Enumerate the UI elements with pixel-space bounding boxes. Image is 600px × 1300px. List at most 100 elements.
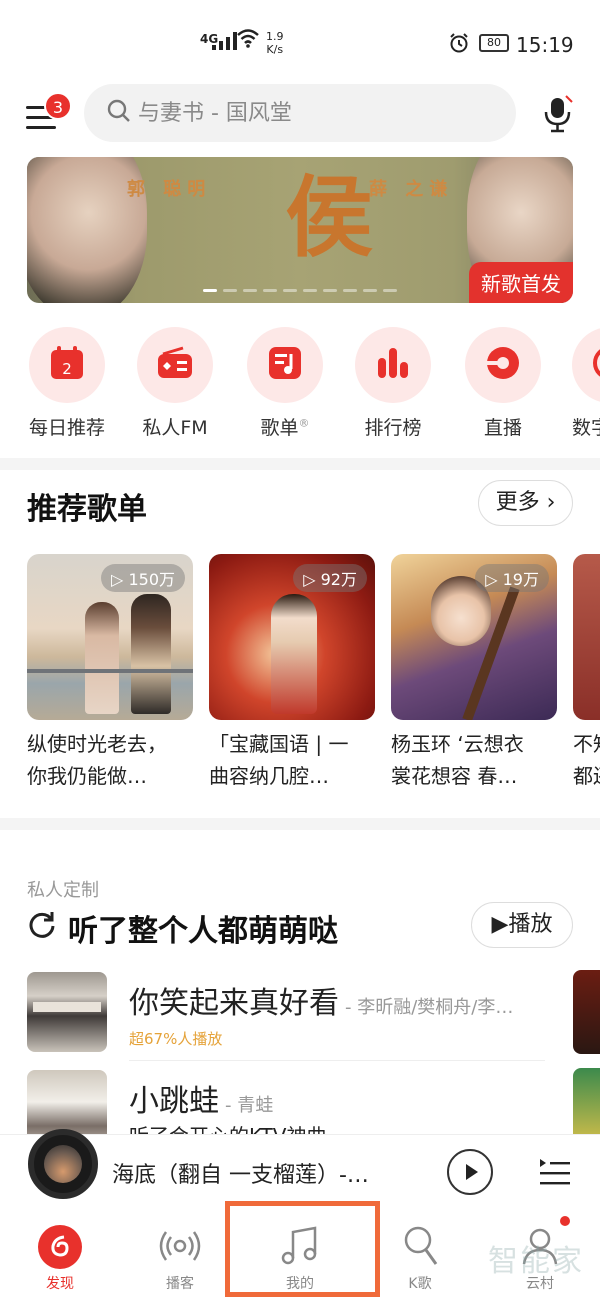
quick-nav-playlist[interactable]: 歌单® (230, 327, 340, 440)
calendar-icon: 2 (48, 344, 86, 386)
play-all-button[interactable]: ▶播放 (471, 902, 573, 948)
discover-icon (37, 1224, 83, 1274)
playlist-title-line: 你我仍能做… (27, 764, 147, 788)
battery-icon: 80 (479, 34, 509, 52)
banner-dot (263, 289, 277, 292)
banner-dot (323, 289, 337, 292)
playlist-cover: ▷ 92万 (209, 554, 375, 720)
playlist-title-line: 都还 (573, 764, 600, 788)
signal-icon (212, 30, 237, 50)
banner-pagination (203, 289, 397, 292)
play-count: 19万 (502, 570, 539, 589)
podcast-icon (158, 1224, 202, 1272)
play-all-label: 播放 (508, 912, 553, 937)
playlist-title-line: 裳花想容 春… (391, 764, 518, 788)
banner-dot (343, 289, 357, 292)
next-column-cover[interactable] (573, 970, 600, 1054)
promo-banner[interactable]: 郭 聪明 薛 之谦 侯 新歌首发 (27, 157, 573, 303)
banner-tag: 新歌首发 (469, 262, 573, 303)
play-icon (466, 1164, 478, 1180)
playlist-cover: ▷ 150万 (27, 554, 193, 720)
banner-dot (383, 289, 397, 292)
quick-nav-label: 数字 (572, 417, 600, 439)
row-divider (129, 1060, 545, 1061)
section-title-custom: 听了整个人都萌萌哒 (68, 914, 338, 949)
search-bar[interactable] (84, 84, 516, 142)
live-icon (483, 343, 523, 387)
mini-player[interactable]: 海底（翻自 一支榴莲）-… (0, 1129, 600, 1210)
banner-dot (223, 289, 237, 292)
refresh-icon[interactable] (28, 910, 56, 945)
playlist-icon (266, 344, 304, 386)
search-icon (106, 98, 132, 128)
watermark: 智能家 (488, 1244, 584, 1279)
tab-karaoke[interactable]: K歌 (365, 1210, 475, 1300)
highlight-annotation-box (225, 1201, 380, 1297)
playlist-title-line: 杨玉环 ‘云想衣 (391, 732, 524, 756)
chevron-right-icon: › (546, 490, 556, 515)
clock: 15:19 (516, 33, 574, 57)
song-badge: 超67%人播放 (129, 1030, 223, 1048)
playlist-card[interactable]: 不知 都还 (573, 554, 600, 792)
playlist-title: 杨玉环 ‘云想衣 裳花想容 春… (391, 728, 561, 792)
play-count-badge: ▷ 92万 (293, 564, 367, 592)
playlist-cover (573, 554, 600, 720)
quick-nav-text: 歌单 (260, 417, 299, 439)
play-count: 150万 (128, 570, 175, 589)
quick-nav-label: 私人FM (142, 417, 208, 439)
song-cover (27, 972, 107, 1052)
quick-nav: 2 每日推荐 私人FM 歌单® 排行榜 直播 数 (0, 327, 600, 447)
more-button-label: 更多 (495, 490, 540, 515)
wifi-icon (236, 28, 260, 53)
playlist-title-line: 曲容纳几腔… (209, 764, 329, 788)
section-divider (0, 458, 600, 470)
quick-nav-digital[interactable]: 数字 (556, 327, 600, 440)
album-disc[interactable] (28, 1129, 98, 1199)
quick-nav-label: 歌单® (230, 413, 340, 440)
banner-artist-left: 郭 聪明 (127, 179, 212, 200)
song-artist: - 李昕融/樊桐舟/李… (345, 997, 514, 1018)
quick-nav-charts[interactable]: 排行榜 (338, 327, 448, 440)
search-input[interactable] (138, 100, 498, 126)
playlist-card[interactable]: ▷ 19万 杨玉环 ‘云想衣 裳花想容 春… (391, 554, 557, 792)
playlist-queue-icon[interactable] (538, 1155, 572, 1189)
play-icon: ▷ (303, 570, 316, 589)
more-button[interactable]: 更多 › (478, 480, 573, 526)
playlist-cover: ▷ 19万 (391, 554, 557, 720)
speed-unit: K/s (266, 43, 284, 56)
tab-discover[interactable]: 发现 (5, 1210, 115, 1300)
quick-nav-live[interactable]: 直播 (448, 327, 558, 440)
now-playing-title: 海底（翻自 一支榴莲）-… (112, 1163, 369, 1188)
network-speed: 1.9 K/s (266, 30, 284, 56)
play-icon: ▷ (111, 570, 124, 589)
playlist-card[interactable]: ▷ 92万 「宝藏国语 | 一 曲容纳几腔… (209, 554, 375, 792)
playlist-title: 不知 都还 (573, 728, 600, 792)
quick-nav-label: 每日推荐 (28, 417, 105, 439)
banner-dot (363, 289, 377, 292)
unread-dot (560, 1216, 570, 1226)
voice-search-icon[interactable] (540, 94, 576, 134)
quick-nav-daily[interactable]: 2 每日推荐 (12, 327, 122, 440)
tab-label: K歌 (408, 1276, 432, 1292)
playlist-title: 「宝藏国语 | 一 曲容纳几腔… (209, 728, 379, 792)
tab-label: 播客 (166, 1276, 194, 1292)
play-pause-button[interactable] (447, 1149, 493, 1195)
song-artist: - 青蛙 (225, 1095, 274, 1116)
playlist-card[interactable]: ▷ 150万 纵使时光老去， 你我仍能做… (27, 554, 193, 792)
radio-icon (155, 346, 195, 384)
speed-value: 1.9 (266, 30, 284, 43)
playlist-title-line: 不知 (573, 732, 600, 756)
notification-badge: 3 (44, 92, 72, 120)
banner-dot (243, 289, 257, 292)
playlist-title: 纵使时光老去， 你我仍能做… (27, 728, 197, 792)
quick-nav-label: 排行榜 (364, 417, 422, 439)
play-count-badge: ▷ 150万 (101, 564, 185, 592)
tab-podcast[interactable]: 播客 (125, 1210, 235, 1300)
play-icon: ▶ (491, 912, 509, 937)
quick-nav-fm[interactable]: 私人FM (120, 327, 230, 440)
tab-label: 发现 (46, 1276, 74, 1292)
karaoke-mic-icon (400, 1224, 440, 1272)
play-count-badge: ▷ 19万 (475, 564, 549, 592)
song-row[interactable]: 你笑起来真好看 - 李昕融/樊桐舟/李… 超67%人播放 (27, 970, 600, 1061)
section-subtitle: 私人定制 (27, 880, 99, 901)
